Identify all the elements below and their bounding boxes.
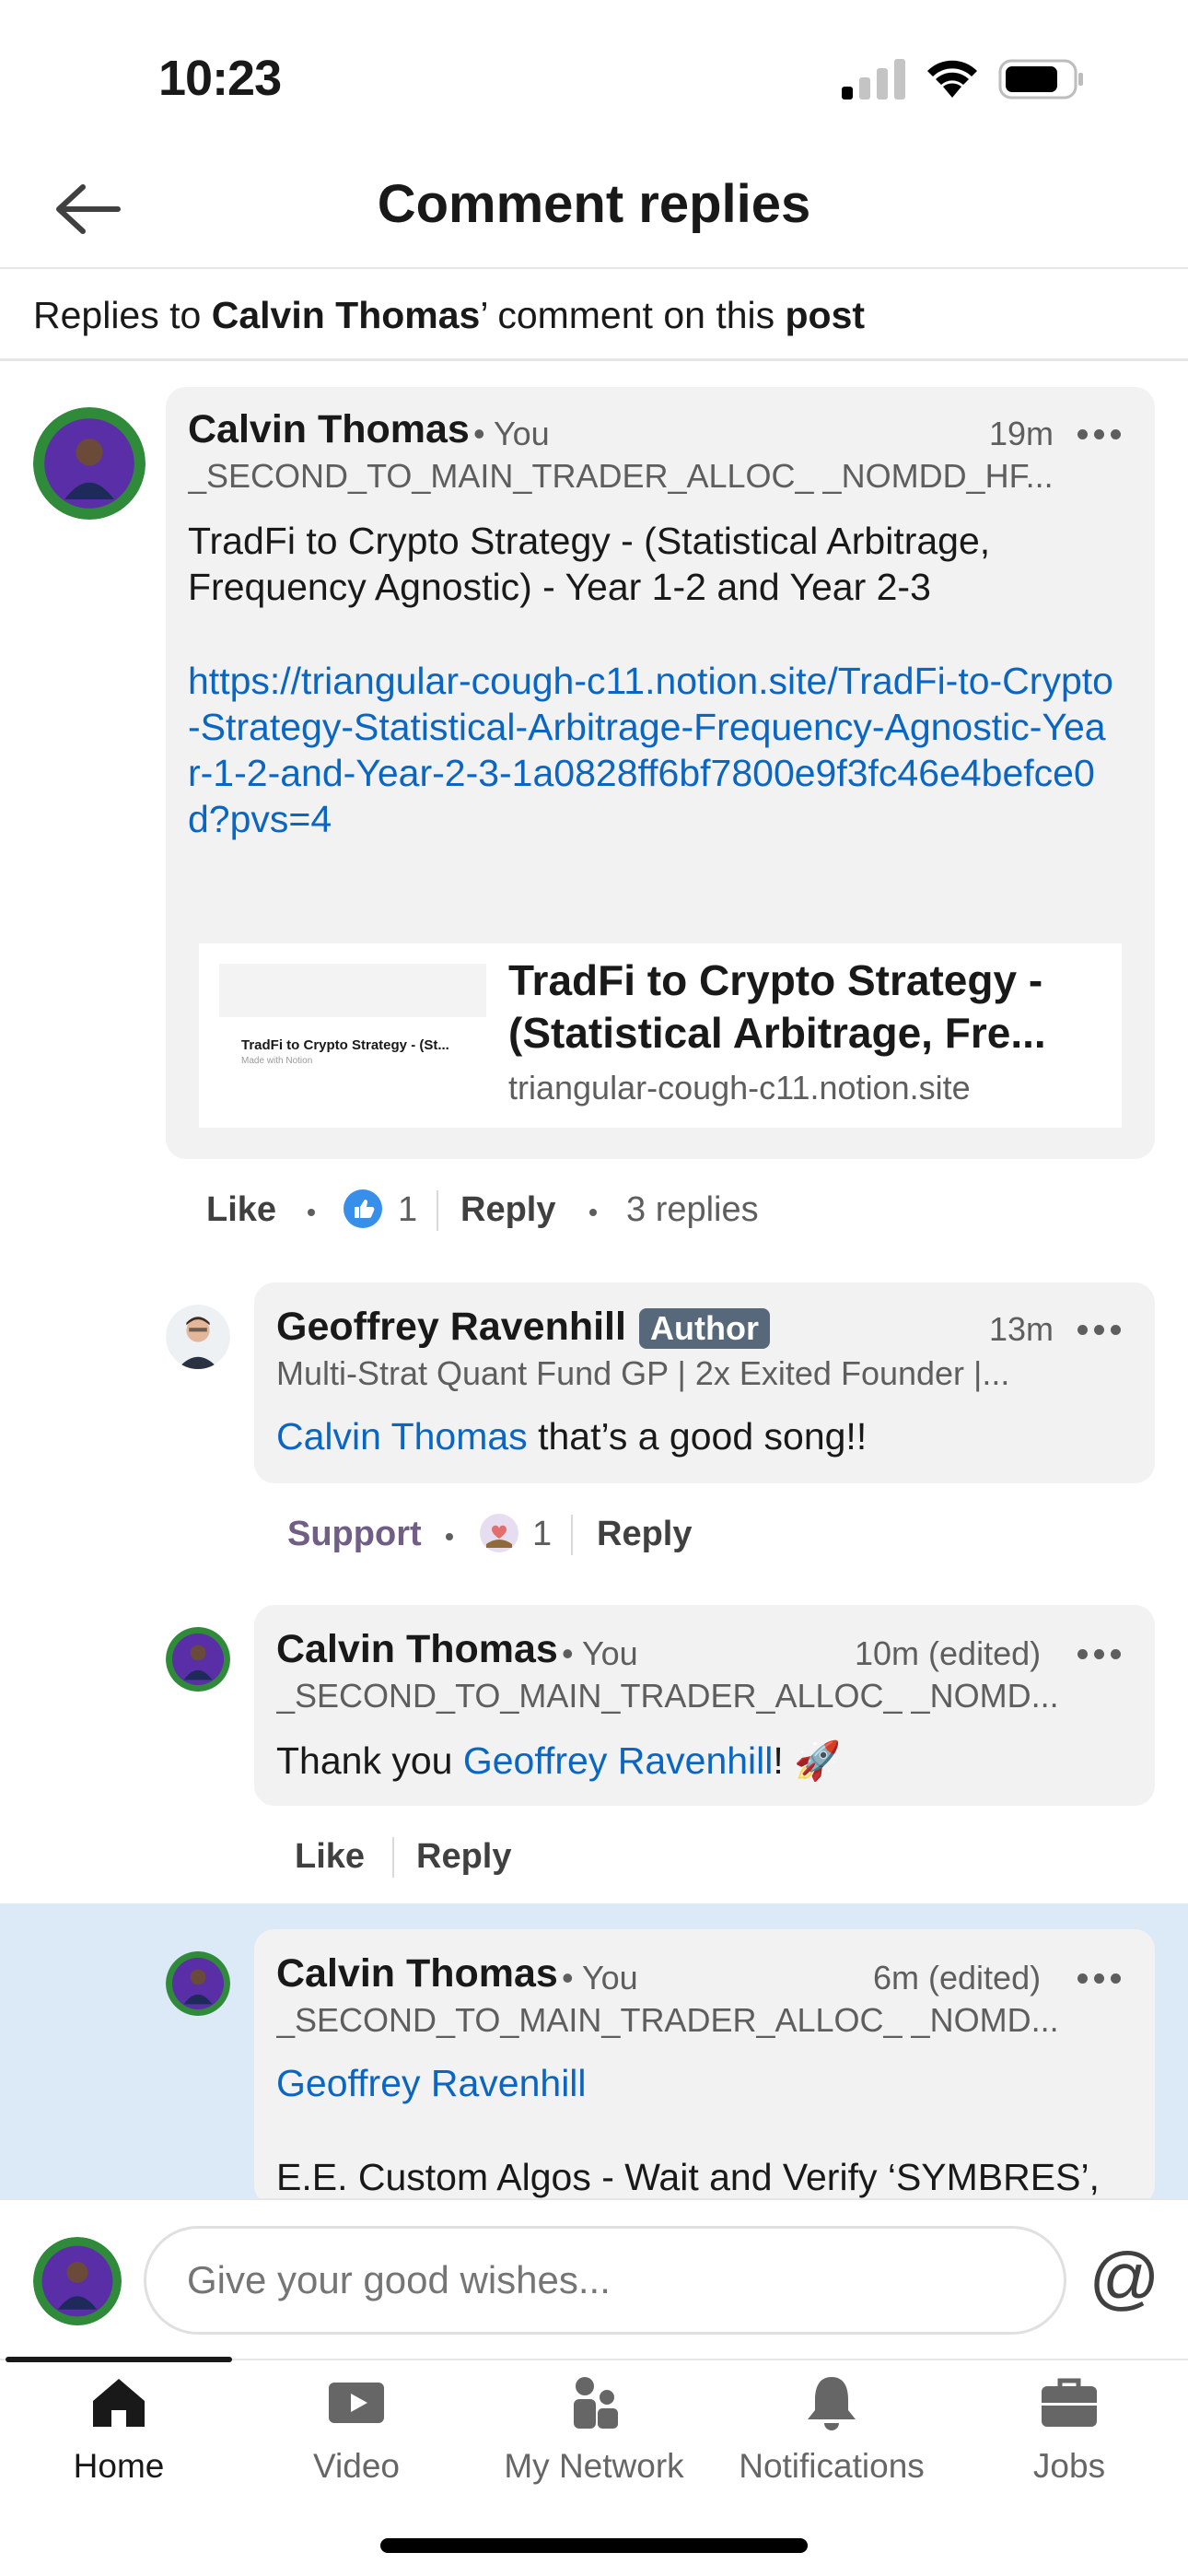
bell-icon (808, 2377, 856, 2430)
link-preview-card[interactable]: TradFi to Crypto Strategy - (St... Made … (199, 943, 1122, 1128)
preview-title: TradFi to Crypto Strategy - (Statistical… (508, 954, 1107, 1060)
reply-author-name[interactable]: Calvin Thomas (276, 1627, 558, 1672)
home-indicator (380, 2538, 808, 2553)
nav-notifications[interactable]: Notifications (713, 2360, 950, 2499)
support-button[interactable]: Support (287, 1515, 422, 1554)
active-tab-indicator (6, 2357, 232, 2362)
author-badge: Author (639, 1308, 770, 1349)
avatar[interactable] (166, 1951, 230, 2016)
wifi-icon (927, 60, 977, 98)
reply-timestamp: 6m (edited) (873, 1959, 1042, 1996)
app-header: Comment replies (0, 147, 1188, 269)
comment-text-line: Frequency Agnostic) - Year 1-2 and Year … (188, 566, 931, 608)
reply-button[interactable]: Reply (597, 1515, 692, 1554)
reply-timestamp: 13m (989, 1310, 1054, 1348)
replies-count-link[interactable]: 3 replies (626, 1190, 759, 1230)
video-icon (329, 2383, 384, 2423)
preview-thumbnail: TradFi to Crypto Strategy - (St... Made … (219, 964, 486, 1107)
mention-link[interactable]: Geoffrey Ravenhill (463, 1739, 774, 1782)
reaction-count[interactable]: 1 (398, 1190, 417, 1230)
mention-at-button[interactable]: @ (1083, 2237, 1166, 2320)
context-prefix: Replies to (33, 294, 212, 336)
status-bar: 10:23 (0, 0, 1188, 147)
author-headline: _SECOND_TO_MAIN_TRADER_ALLOC_ _NOMD... (276, 1677, 1059, 1715)
nav-label: Notifications (739, 2447, 925, 2485)
nav-jobs[interactable]: Jobs (950, 2360, 1188, 2499)
support-reaction-icon (480, 1514, 518, 1552)
mention-link[interactable]: Geoffrey Ravenhill (276, 2060, 587, 2106)
nav-label: Jobs (1032, 2447, 1106, 2485)
reply-button[interactable]: Reply (460, 1190, 555, 1230)
separator-dot (446, 1533, 453, 1540)
reply-text-prefix: Thank you (276, 1739, 463, 1782)
reply-text: E.E. Custom Algos - Wait and Verify ‘SYM… (276, 2156, 1100, 2198)
comment-text-line: TradFi to Crypto Strategy - (Statistical… (188, 520, 991, 562)
reply-author-name[interactable]: Calvin Thomas (276, 1951, 558, 1996)
home-icon (93, 2379, 145, 2427)
reply-button[interactable]: Reply (416, 1837, 511, 1877)
context-name[interactable]: Calvin Thomas (212, 294, 481, 336)
nav-label: My Network (504, 2447, 684, 2485)
replies-context: Replies to Calvin Thomas’ comment on thi… (0, 271, 1188, 361)
context-post-link[interactable]: post (786, 294, 866, 336)
more-options-icon[interactable] (1077, 1649, 1122, 1662)
nav-home[interactable]: Home (0, 2357, 238, 2499)
preview-title-line: (Statistical Arbitrage, Fre... (508, 1009, 1046, 1057)
comment-composer: @ (0, 2198, 1188, 2359)
more-options-icon[interactable] (1077, 429, 1122, 442)
avatar[interactable] (33, 407, 146, 520)
author-headline: Multi-Strat Quant Fund GP | 2x Exited Fo… (276, 1354, 1010, 1392)
comment-timestamp: 19m (989, 415, 1054, 452)
network-icon (574, 2377, 618, 2429)
page-title: Comment replies (377, 174, 811, 234)
avatar[interactable] (166, 1305, 230, 1369)
comment-url-link[interactable]: https://triangular-cough-c11.notion.site… (188, 658, 1114, 842)
avatar (33, 2237, 122, 2325)
context-middle: ’ comment on this (480, 294, 786, 336)
like-reaction-icon (344, 1189, 382, 1228)
separator-dot (589, 1209, 597, 1216)
like-button[interactable]: Like (206, 1190, 276, 1230)
you-label: • You (562, 1959, 638, 1996)
thumbnail-title: TradFi to Crypto Strategy - (St... (241, 1037, 449, 1053)
status-time: 10:23 (158, 51, 282, 106)
cellular-signal-icon (842, 59, 905, 100)
you-label: • You (473, 415, 550, 452)
reply-text: Calvin Thomas that’s a good song!! (276, 1413, 1133, 1459)
separator-dot (308, 1209, 315, 1216)
comment-input[interactable] (144, 2226, 1066, 2335)
divider (437, 1190, 438, 1231)
nav-my-network[interactable]: My Network (475, 2360, 713, 2499)
more-options-icon[interactable] (1077, 1325, 1122, 1338)
reply-timestamp: 10m (edited) (855, 1634, 1042, 1672)
reply-text: Thank you Geoffrey Ravenhill! 🚀 (276, 1738, 1133, 1784)
reaction-count[interactable]: 1 (532, 1515, 552, 1554)
nav-label: Video (313, 2447, 400, 2485)
nav-label: Home (73, 2447, 165, 2485)
battery-icon (998, 59, 1083, 100)
briefcase-icon (1042, 2378, 1097, 2427)
divider (571, 1515, 573, 1555)
comment-author-name[interactable]: Calvin Thomas (188, 407, 470, 452)
divider (392, 1837, 394, 1878)
thumbnail-subtitle: Made with Notion (241, 1056, 313, 1066)
reply-text-content: that’s a good song!! (527, 1415, 868, 1458)
mention-link[interactable]: Calvin Thomas (276, 1415, 528, 1458)
comment-text: TradFi to Crypto Strategy - (Statistical… (188, 518, 1127, 610)
like-button[interactable]: Like (295, 1837, 365, 1877)
reply-author-name[interactable]: Geoffrey Ravenhill (276, 1305, 626, 1350)
reply-text-suffix: ! 🚀 (773, 1739, 842, 1782)
author-headline: _SECOND_TO_MAIN_TRADER_ALLOC_ _NOMD... (276, 2001, 1059, 2039)
nav-video[interactable]: Video (238, 2360, 475, 2499)
preview-title-line: TradFi to Crypto Strategy - (508, 956, 1043, 1004)
you-label: • You (562, 1634, 638, 1672)
preview-domain: triangular-cough-c11.notion.site (508, 1069, 971, 1107)
author-headline: _SECOND_TO_MAIN_TRADER_ALLOC_ _NOMDD_HF.… (188, 457, 1054, 495)
more-options-icon[interactable] (1077, 1973, 1122, 1986)
avatar[interactable] (166, 1627, 230, 1692)
